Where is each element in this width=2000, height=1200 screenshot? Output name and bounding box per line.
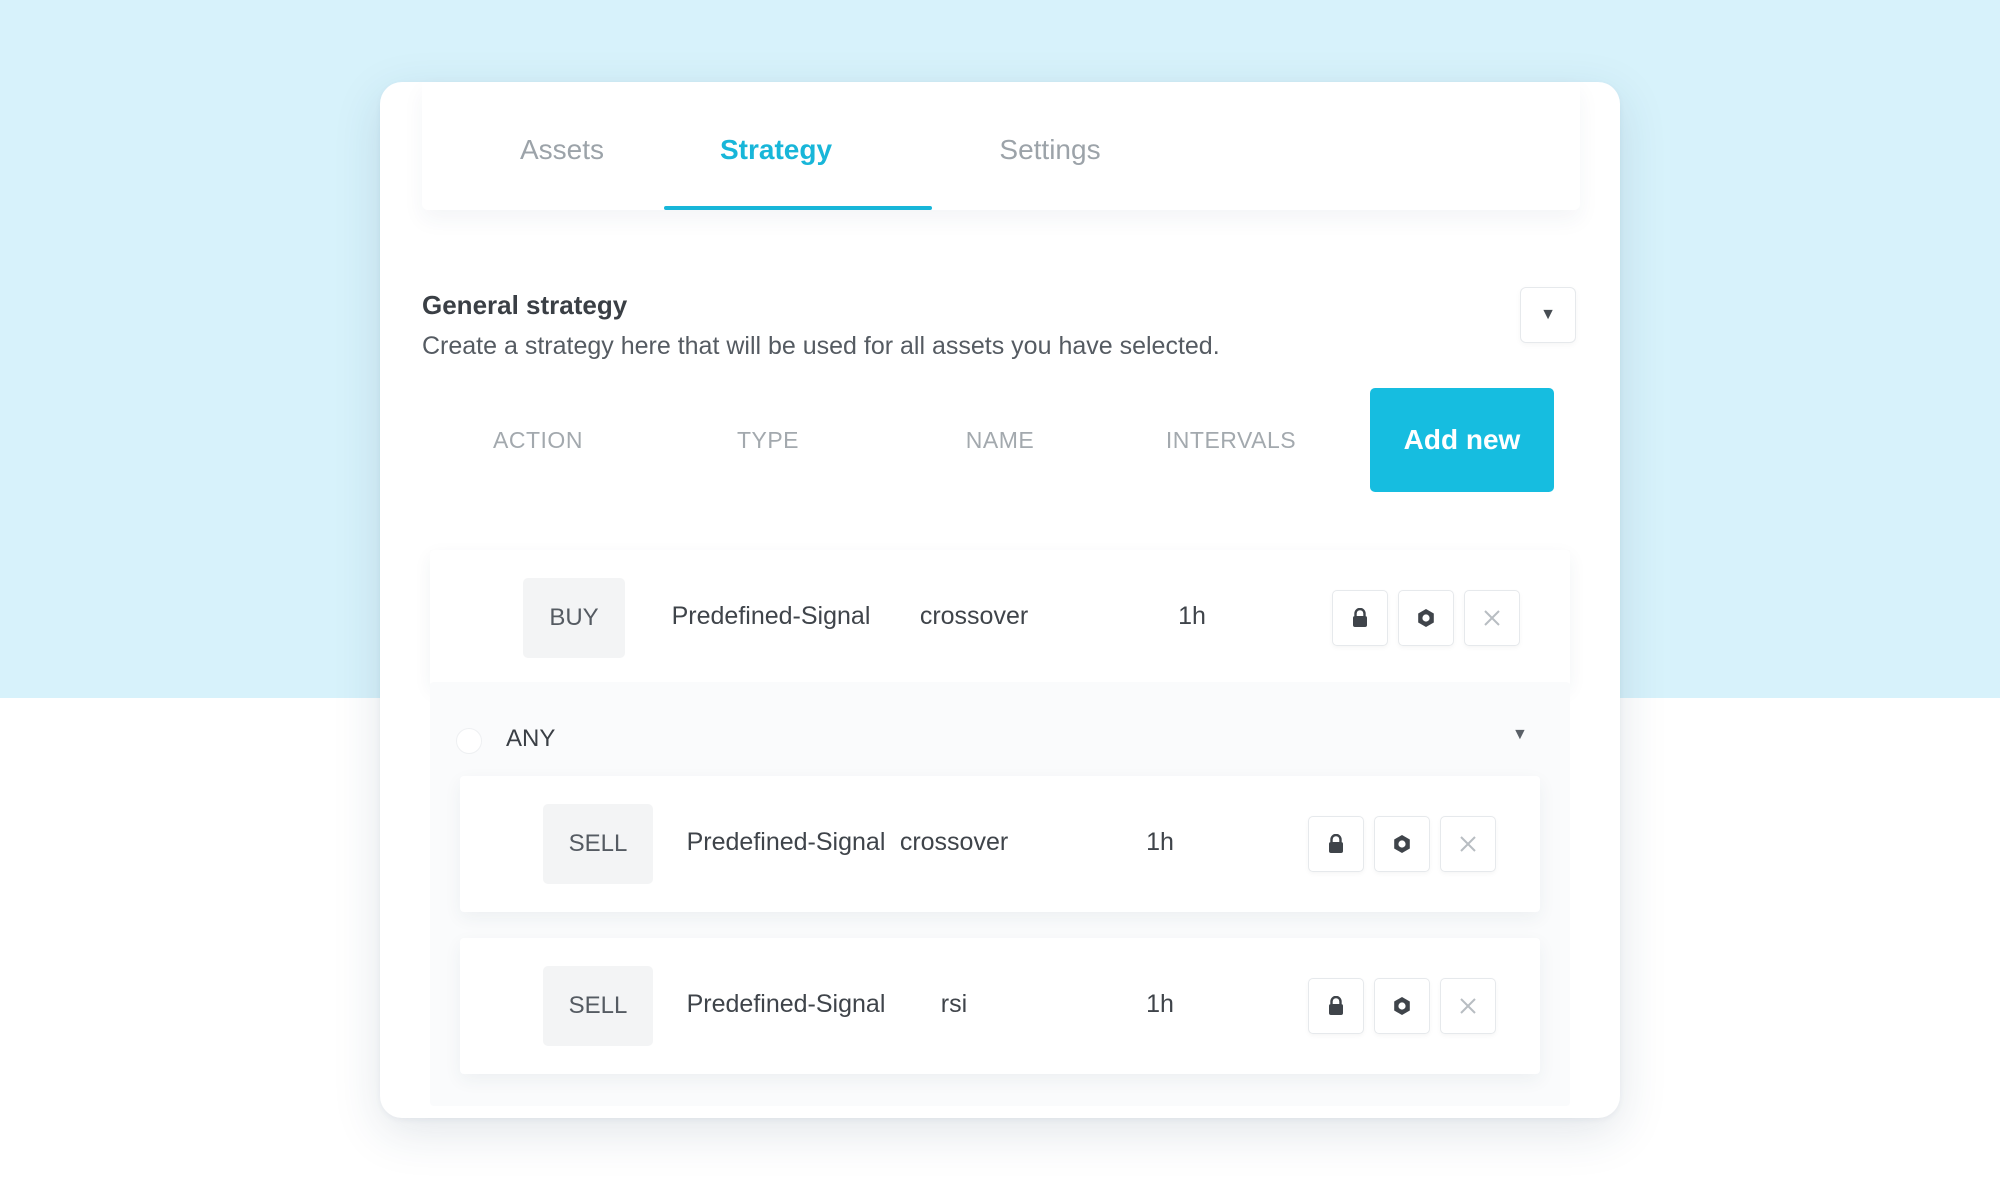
active-tab-indicator xyxy=(664,206,932,210)
interval-cell: 1h xyxy=(1146,828,1174,856)
close-icon xyxy=(1460,998,1476,1014)
tab-assets[interactable]: Assets xyxy=(482,82,642,210)
type-cell: Predefined-Signal xyxy=(686,990,886,1018)
remove-button[interactable] xyxy=(1440,816,1496,872)
chevron-down-icon[interactable]: ▼ xyxy=(1512,726,1528,744)
interval-cell: 1h xyxy=(1146,990,1174,1018)
action-badge: SELL xyxy=(543,804,653,884)
remove-button[interactable] xyxy=(1464,590,1520,646)
action-badge: BUY xyxy=(523,578,625,658)
type-cell: Predefined-Signal xyxy=(671,602,871,630)
name-cell: rsi xyxy=(940,990,968,1018)
chevron-down-icon: ▼ xyxy=(1540,306,1556,323)
strategy-card: Assets Strategy Settings General strateg… xyxy=(380,82,1620,1118)
name-cell: crossover xyxy=(919,602,1029,630)
settings-icon xyxy=(1418,609,1434,627)
close-icon xyxy=(1460,836,1476,852)
close-icon xyxy=(1484,610,1500,626)
group-label: ANY xyxy=(506,725,556,752)
column-header-type: TYPE xyxy=(736,427,800,453)
tab-strategy[interactable]: Strategy xyxy=(642,82,910,210)
lock-button[interactable] xyxy=(1332,590,1388,646)
lock-button[interactable] xyxy=(1308,816,1364,872)
remove-button[interactable] xyxy=(1440,978,1496,1034)
tab-bar: Assets Strategy Settings xyxy=(422,82,1580,210)
table-row: SELL Predefined-Signal rsi 1h xyxy=(460,938,1540,1074)
table-row: BUY Predefined-Signal crossover 1h xyxy=(430,550,1570,686)
lock-icon xyxy=(1329,996,1343,1015)
type-cell: Predefined-Signal xyxy=(686,828,886,856)
lock-button[interactable] xyxy=(1308,978,1364,1034)
collapse-button[interactable]: ▼ xyxy=(1520,287,1576,343)
settings-button[interactable] xyxy=(1398,590,1454,646)
condition-group: ANY ▼ SELL Predefined-Signal crossover 1… xyxy=(430,682,1570,1106)
lock-icon xyxy=(1329,834,1343,853)
table-row: SELL Predefined-Signal crossover 1h xyxy=(460,776,1540,912)
group-radio[interactable] xyxy=(456,728,482,754)
name-cell: crossover xyxy=(899,828,1009,856)
action-badge: SELL xyxy=(543,966,653,1046)
section-description: Create a strategy here that will be used… xyxy=(422,332,1220,360)
tab-settings[interactable]: Settings xyxy=(950,82,1150,210)
add-new-button[interactable]: Add new xyxy=(1370,388,1554,492)
settings-button[interactable] xyxy=(1374,978,1430,1034)
interval-cell: 1h xyxy=(1178,602,1206,630)
settings-button[interactable] xyxy=(1374,816,1430,872)
settings-icon xyxy=(1394,997,1410,1015)
settings-icon xyxy=(1394,835,1410,853)
column-header-name: NAME xyxy=(965,427,1035,453)
lock-icon xyxy=(1353,608,1367,627)
column-header-intervals: INTERVALS xyxy=(1165,427,1297,453)
column-header-action: ACTION xyxy=(493,427,583,453)
section-title: General strategy xyxy=(422,290,628,320)
